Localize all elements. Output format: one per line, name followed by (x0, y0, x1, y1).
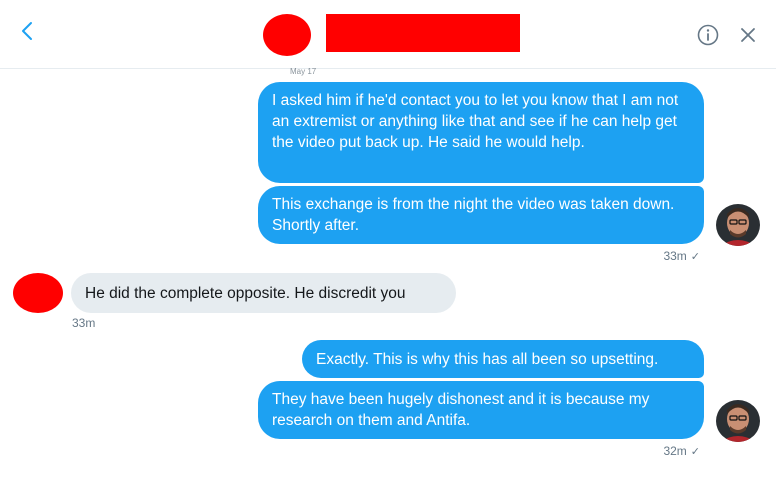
date-label: May 17 (290, 67, 317, 76)
read-check-icon: ✓ (690, 446, 700, 458)
redacted-avatar[interactable] (263, 14, 311, 56)
info-icon[interactable] (697, 24, 719, 46)
user-avatar[interactable] (716, 204, 760, 246)
conversation-header (0, 0, 776, 69)
redacted-name (326, 14, 520, 52)
message-bubble-outgoing[interactable]: This exchange is from the night the vide… (258, 186, 704, 244)
message-bubble-outgoing[interactable]: They have been hugely dishonest and it i… (258, 381, 704, 439)
redacted-avatar[interactable] (13, 273, 63, 313)
message-timestamp: 33m (72, 316, 96, 330)
chevron-left-icon[interactable] (14, 18, 40, 44)
message-bubble-incoming[interactable]: He did the complete opposite. He discred… (71, 273, 456, 313)
message-bubble-outgoing[interactable]: I asked him if he'd contact you to let y… (258, 82, 704, 183)
message-timestamp: 32m ✓ (663, 444, 700, 458)
timestamp-text: 33m (663, 249, 687, 263)
message-timestamp: 33m ✓ (663, 249, 700, 263)
close-icon[interactable] (738, 25, 758, 45)
read-check-icon: ✓ (690, 251, 700, 263)
message-bubble-outgoing[interactable]: Exactly. This is why this has all been s… (302, 340, 704, 378)
user-avatar[interactable] (716, 400, 760, 442)
timestamp-text: 32m (663, 444, 687, 458)
